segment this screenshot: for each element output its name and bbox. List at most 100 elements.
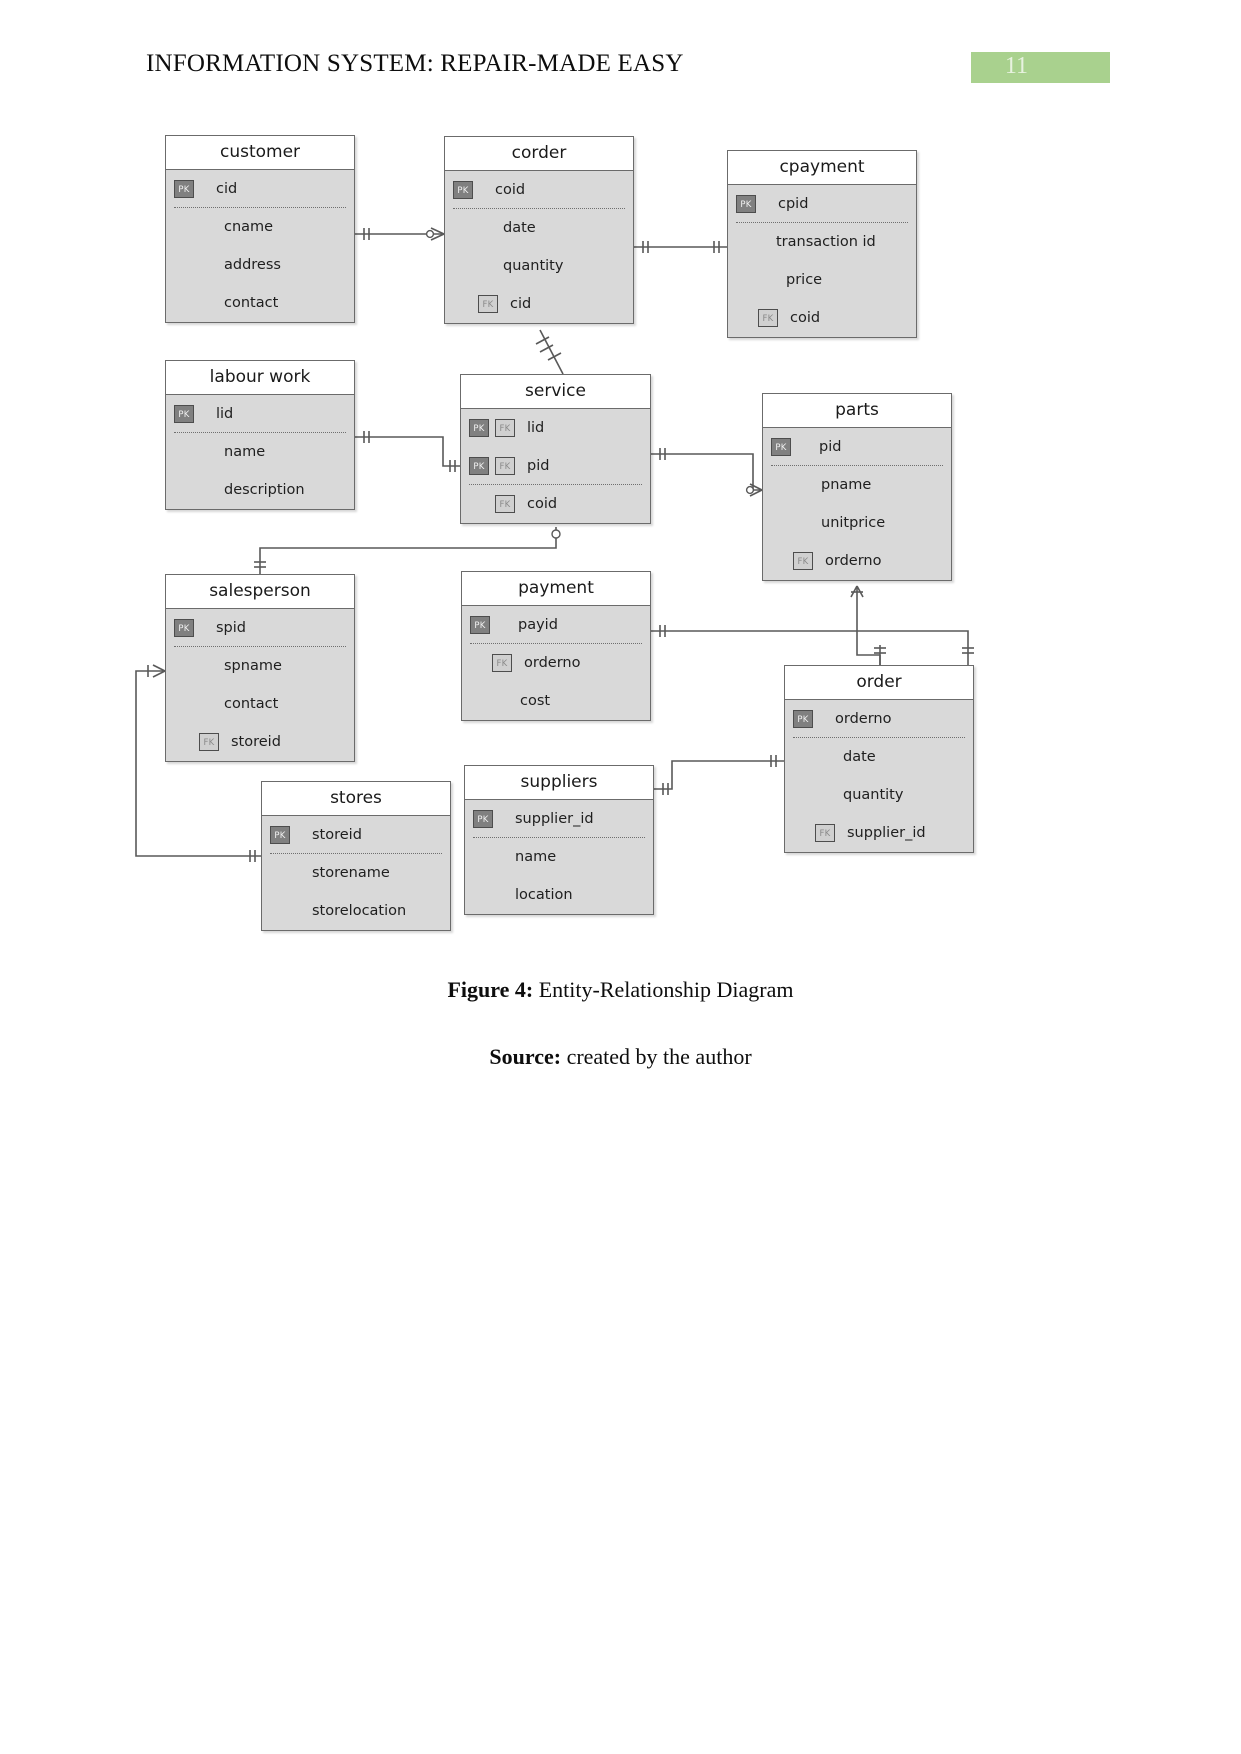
pk-badge-icon: PK <box>174 180 194 198</box>
entity-parts[interactable]: parts PK pid pname unitprice FK orderno <box>762 393 952 581</box>
fk-badge-icon: FK <box>199 733 219 751</box>
entity-suppliers[interactable]: suppliers PK supplier_id name location <box>464 765 654 915</box>
entity-corder[interactable]: corder PK coid date quantity FK cid <box>444 136 634 324</box>
attribute-row: FK storeid <box>166 723 354 761</box>
pk-badge-icon: PK <box>453 181 473 199</box>
attribute-row: name <box>465 838 653 876</box>
attribute-row: contact <box>166 284 354 322</box>
attribute-name: orderno <box>825 553 882 569</box>
attribute-row: description <box>166 471 354 509</box>
fk-badge-icon: FK <box>495 457 515 475</box>
attribute-name: name <box>224 444 266 460</box>
source-caption-text: created by the author <box>561 1044 752 1069</box>
entity-customer[interactable]: customer PK cid cname address contact <box>165 135 355 323</box>
attribute-row: PK FK pid <box>461 447 650 485</box>
attribute-name: spname <box>224 658 282 674</box>
pk-badge-icon: PK <box>174 405 194 423</box>
attribute-name: transaction id <box>776 234 876 250</box>
relationship-service-salesperson <box>259 527 557 574</box>
attribute-name: storeid <box>312 827 362 843</box>
attribute-row: PK FK lid <box>461 409 650 447</box>
attribute-name: pname <box>821 477 872 493</box>
entity-body-salesperson: PK spid spname contact FK storeid <box>166 609 354 761</box>
entity-title-order: order <box>785 666 973 700</box>
entity-title-corder: corder <box>445 137 633 171</box>
entity-body-customer: PK cid cname address contact <box>166 170 354 322</box>
attribute-name: description <box>224 482 305 498</box>
attribute-row: address <box>166 246 354 284</box>
attribute-name: cname <box>224 219 274 235</box>
entity-body-payment: PK payid FK orderno cost <box>462 606 650 720</box>
attribute-name: date <box>843 749 876 765</box>
attribute-name: payid <box>518 617 558 633</box>
document-page: INFORMATION SYSTEM: REPAIR-MADE EASY 11 <box>0 0 1241 1754</box>
entity-service[interactable]: service PK FK lid PK FK pid FK coid <box>460 374 651 524</box>
attribute-row: PK cid <box>166 170 354 208</box>
relationship-labourwork-service <box>355 436 460 467</box>
attribute-name: pid <box>819 439 842 455</box>
attribute-name: coid <box>790 310 821 326</box>
attribute-row: PK payid <box>462 606 650 644</box>
entity-payment[interactable]: payment PK payid FK orderno cost <box>461 571 651 721</box>
relationship-service-parts <box>651 453 762 491</box>
attribute-row: transaction id <box>728 223 916 261</box>
entity-body-suppliers: PK supplier_id name location <box>465 800 653 914</box>
attribute-name: price <box>786 272 823 288</box>
entity-title-service: service <box>461 375 650 409</box>
fk-badge-icon: FK <box>793 552 813 570</box>
relationship-suppliers-order <box>654 760 784 790</box>
attribute-name: location <box>515 887 573 903</box>
attribute-name: contact <box>224 295 279 311</box>
entity-body-cpayment: PK cpid transaction id price FK coid <box>728 185 916 337</box>
attribute-name: orderno <box>524 655 581 671</box>
attribute-name: storelocation <box>312 903 407 919</box>
attribute-name: coid <box>527 496 558 512</box>
fk-badge-icon: FK <box>492 654 512 672</box>
attribute-name: cpid <box>778 196 809 212</box>
attribute-name: unitprice <box>821 515 886 531</box>
attribute-row: unitprice <box>763 504 951 542</box>
attribute-row: price <box>728 261 916 299</box>
pk-badge-icon: PK <box>469 457 489 475</box>
attribute-row: PK coid <box>445 171 633 209</box>
entity-salesperson[interactable]: salesperson PK spid spname contact FK st… <box>165 574 355 762</box>
attribute-row: PK orderno <box>785 700 973 738</box>
entity-body-corder: PK coid date quantity FK cid <box>445 171 633 323</box>
attribute-name: lid <box>216 406 234 422</box>
attribute-name: supplier_id <box>515 811 594 827</box>
source-caption-label: Source: <box>489 1044 562 1069</box>
attribute-name: storename <box>312 865 390 881</box>
attribute-name: orderno <box>835 711 892 727</box>
attribute-row: PK lid <box>166 395 354 433</box>
attribute-name: supplier_id <box>847 825 926 841</box>
attribute-name: spid <box>216 620 246 636</box>
figure-caption-text: Entity-Relationship Diagram <box>533 977 794 1002</box>
entity-labour-work[interactable]: labour work PK lid name description <box>165 360 355 510</box>
attribute-row: PK supplier_id <box>465 800 653 838</box>
attribute-row: FK orderno <box>462 644 650 682</box>
pk-badge-icon: PK <box>473 810 493 828</box>
attribute-name: quantity <box>503 258 564 274</box>
attribute-name: cid <box>510 296 532 312</box>
relationship-payment-order <box>651 630 969 655</box>
entity-stores[interactable]: stores PK storeid storename storelocatio… <box>261 781 451 931</box>
entity-cpayment[interactable]: cpayment PK cpid transaction id price FK… <box>727 150 917 338</box>
attribute-name: quantity <box>843 787 904 803</box>
entity-order[interactable]: order PK orderno date quantity FK suppli… <box>784 665 974 853</box>
attribute-row: location <box>465 876 653 914</box>
figure-caption: Figure 4: Entity-Relationship Diagram <box>0 977 1241 1003</box>
attribute-row: storename <box>262 854 450 892</box>
fk-badge-icon: FK <box>758 309 778 327</box>
attribute-row: pname <box>763 466 951 504</box>
entity-title-stores: stores <box>262 782 450 816</box>
entity-title-parts: parts <box>763 394 951 428</box>
attribute-row: FK cid <box>445 285 633 323</box>
relationship-parts-order <box>856 586 880 656</box>
attribute-name: cid <box>216 181 238 197</box>
pk-badge-icon: PK <box>470 616 490 634</box>
attribute-row: spname <box>166 647 354 685</box>
pk-badge-icon: PK <box>793 710 813 728</box>
entity-body-service: PK FK lid PK FK pid FK coid <box>461 409 650 523</box>
attribute-name: storeid <box>231 734 281 750</box>
attribute-row: PK storeid <box>262 816 450 854</box>
